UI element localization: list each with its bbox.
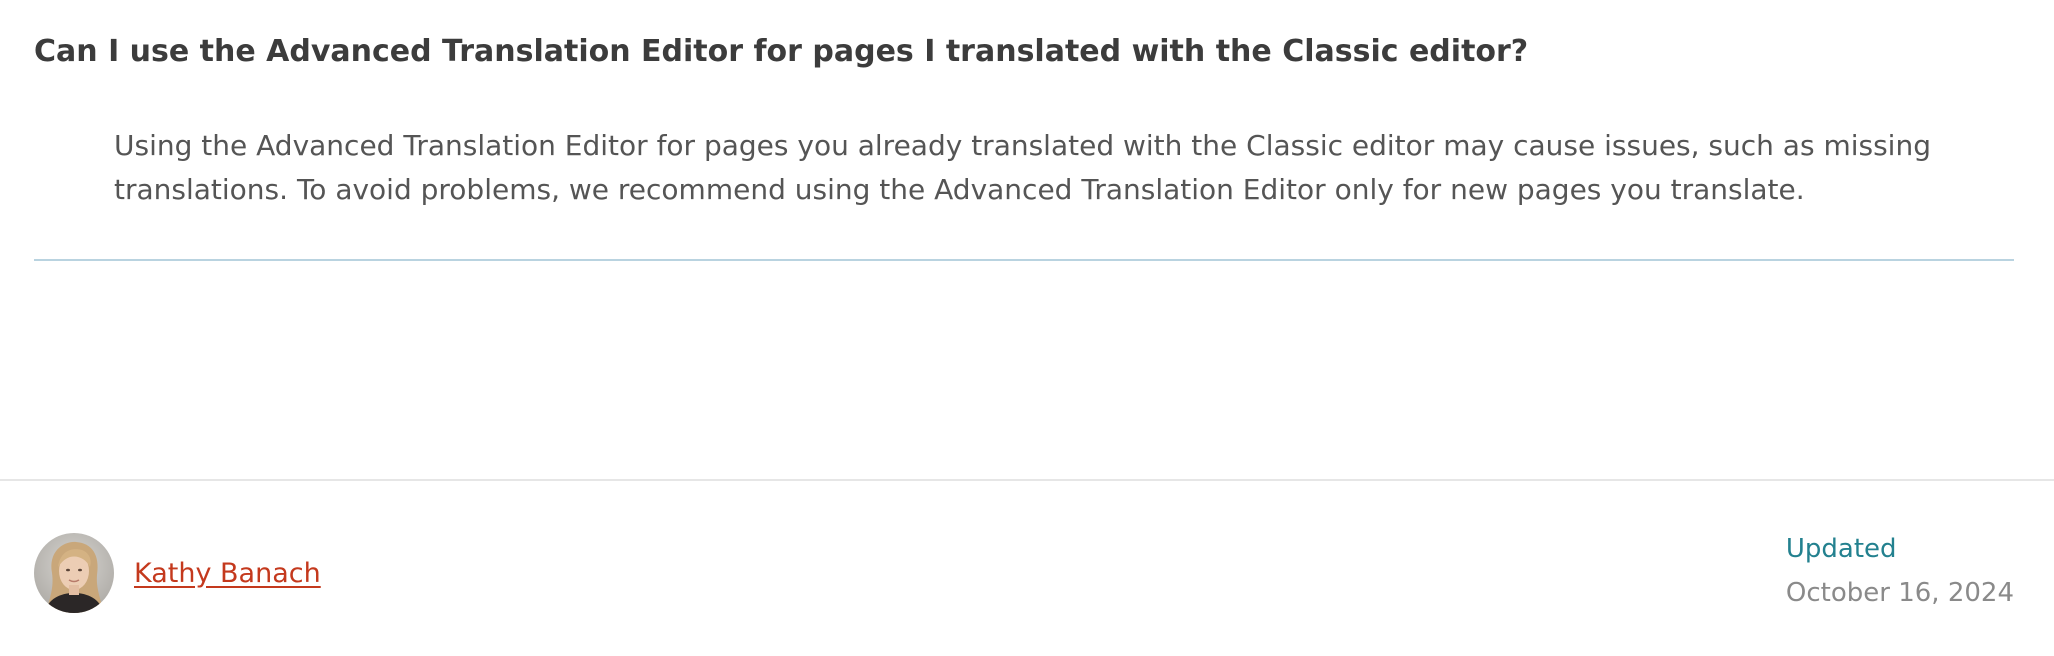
author-block: Kathy Banach (34, 533, 321, 613)
faq-question: Can I use the Advanced Translation Edito… (34, 34, 1529, 69)
author-photo-icon (34, 533, 114, 613)
updated-date: October 16, 2024 (1785, 578, 2014, 608)
footer-divider (0, 479, 2054, 481)
updated-block: Updated October 16, 2024 (1786, 530, 2014, 612)
updated-label: Updated (1785, 534, 1897, 564)
author-name-link[interactable]: Kathy Banach (134, 558, 321, 589)
answer-divider (34, 259, 2014, 261)
faq-answer: Using the Advanced Translation Editor fo… (114, 129, 1931, 206)
author-avatar[interactable] (34, 533, 114, 613)
